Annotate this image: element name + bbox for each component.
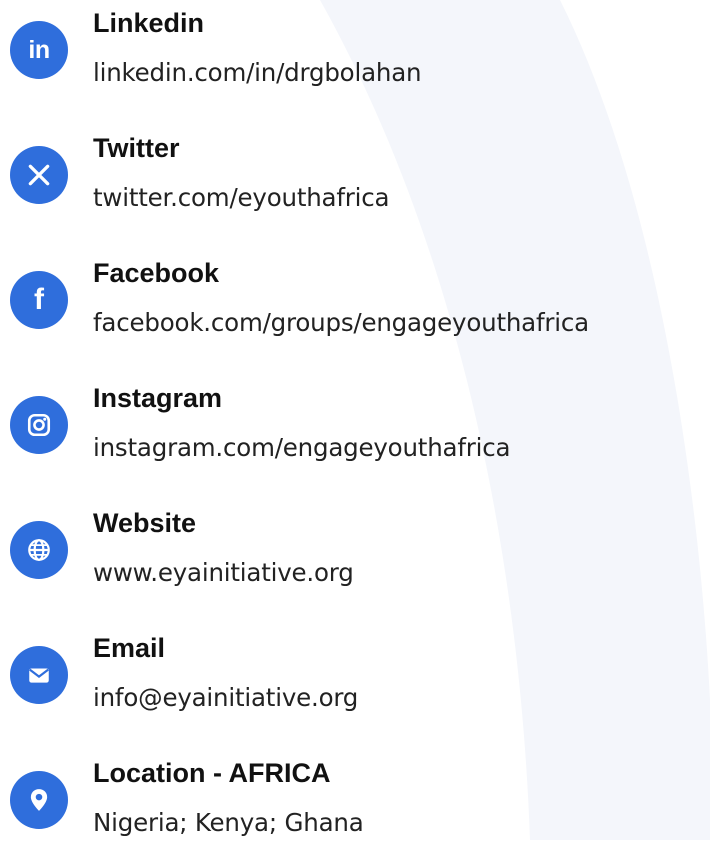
contact-item-twitter[interactable]: Twitter twitter.com/eyouthafrica bbox=[0, 128, 710, 238]
contact-item-facebook[interactable]: f Facebook facebook.com/groups/engageyou… bbox=[0, 253, 710, 363]
contact-item-website[interactable]: Website www.eyainitiative.org bbox=[0, 503, 710, 613]
contact-item-linkedin[interactable]: in Linkedin linkedin.com/in/drgbolahan bbox=[0, 3, 710, 113]
contact-value-instagram[interactable]: instagram.com/engageyouthafrica bbox=[93, 428, 511, 468]
contact-label-website: Website bbox=[93, 508, 197, 538]
contact-label-linkedin: Linkedin bbox=[93, 8, 205, 38]
contact-label-email: Email bbox=[93, 633, 166, 663]
contact-label-instagram: Instagram bbox=[93, 383, 223, 413]
contact-label-location: Location - AFRICA bbox=[93, 758, 331, 788]
contact-label-facebook: Facebook bbox=[93, 258, 220, 288]
x-twitter-icon[interactable] bbox=[10, 146, 68, 204]
linkedin-icon[interactable]: in bbox=[10, 21, 68, 79]
contact-value-twitter[interactable]: twitter.com/eyouthafrica bbox=[93, 178, 390, 218]
contact-item-email[interactable]: Email info@eyainitiative.org bbox=[0, 628, 710, 738]
contact-list: in Linkedin linkedin.com/in/drgbolahan T… bbox=[0, 0, 710, 840]
contact-label-twitter: Twitter bbox=[93, 133, 180, 163]
globe-icon[interactable] bbox=[10, 521, 68, 579]
contact-value-linkedin[interactable]: linkedin.com/in/drgbolahan bbox=[93, 53, 422, 93]
contact-value-location: Nigeria; Kenya; Ghana bbox=[93, 808, 364, 837]
envelope-icon[interactable] bbox=[10, 646, 68, 704]
contact-value-email[interactable]: info@eyainitiative.org bbox=[93, 678, 358, 718]
facebook-icon[interactable]: f bbox=[10, 271, 68, 329]
contact-value-website[interactable]: www.eyainitiative.org bbox=[93, 553, 354, 593]
location-pin-icon[interactable] bbox=[10, 771, 68, 829]
instagram-icon[interactable] bbox=[10, 396, 68, 454]
contact-item-instagram[interactable]: Instagram instagram.com/engageyouthafric… bbox=[0, 378, 710, 488]
contact-value-facebook[interactable]: facebook.com/groups/engageyouthafrica bbox=[93, 303, 589, 343]
contact-item-location[interactable]: Location - AFRICA Nigeria; Kenya; Ghana bbox=[0, 753, 710, 863]
